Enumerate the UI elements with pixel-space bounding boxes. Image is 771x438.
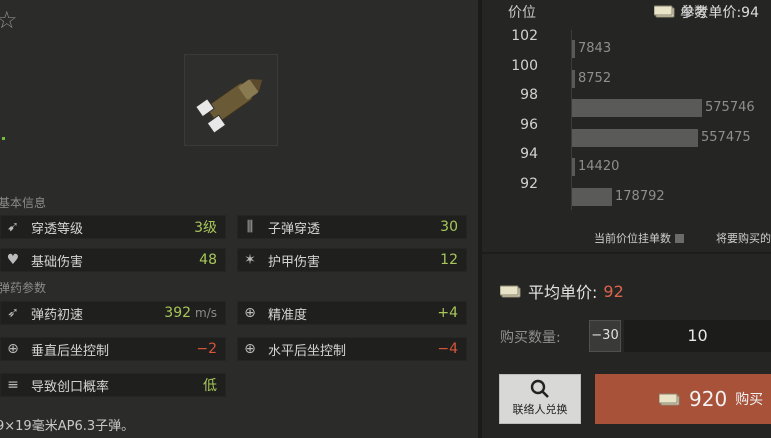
item-description: 9×19毫米AP6.3子弹。 [0,419,135,434]
bullet-penetration-icon: ⫼ [246,219,254,235]
price-level-label: 96 [520,116,538,133]
chart-xlabel: 单数 [680,5,708,21]
wound-icon: ≡ [7,377,19,393]
contact-exchange-button[interactable]: 联络人兑换 [499,374,581,424]
money-icon [499,284,522,298]
order-count-label: 8752 [578,70,612,86]
stat-vertical-recoil: ⊕ 垂直后坐控制 −2 [0,337,226,361]
order-count-label: 7843 [578,41,612,56]
order-bar [572,187,612,206]
search-icon [530,379,549,398]
order-count-label: 14420 [578,159,620,174]
order-count-label: 178792 [615,188,665,204]
order-count-label: 557475 [701,129,751,145]
order-bar [572,128,698,147]
horizontal-recoil-icon: ⊕ [244,341,256,357]
legend-current: 当前价位挂单数 [594,230,684,246]
item-image[interactable] [184,54,278,146]
legend-swatch [675,234,684,243]
chart-ylabel: 价位 [508,5,536,21]
crosshair-icon: ⊕ [244,305,256,321]
order-count-label: 575746 [705,100,755,115]
money-icon [653,5,676,19]
stat-muzzle-velocity: ➶ 弹药初速 392 m/s [0,301,226,325]
armor-damage-icon: ✶ [244,252,256,268]
money-icon [658,392,681,406]
section-ammo-params: 弹药参数 [0,281,47,295]
section-basic-info: 基本信息 [0,196,47,210]
buy-button[interactable]: 920 购买 [595,374,771,424]
price-level-label: 92 [520,175,538,192]
quantity-input[interactable]: 10 [624,320,771,352]
price-level-label: 100 [511,57,538,74]
status-dot [2,137,5,140]
order-bar [572,69,575,88]
rocket-icon: ➶ [7,305,19,321]
right-divider [482,252,771,254]
vertical-recoil-icon: ⊕ [7,341,19,357]
order-bar [572,158,575,176]
penetration-icon: ➹ [7,219,19,235]
stat-penetration-level: ➹ 穿透等级 3级 [0,215,226,239]
stat-base-damage: ♥ 基础伤害 48 [0,248,226,272]
stat-bullet-penetration: ⫼ 子弹穿透 30 [237,215,467,239]
stat-horizontal-recoil: ⊕ 水平后坐控制 −4 [237,337,467,361]
quantity-minus-button[interactable]: −30 [589,320,621,352]
price-level-label: 94 [520,146,538,162]
stat-armor-damage: ✶ 护甲伤害 12 [237,248,467,272]
stat-wound-chance: ≡ 导致创口概率 低 [0,373,226,397]
average-price: 平均单价: 92 [499,279,624,303]
stat-accuracy: ⊕ 精准度 +4 [237,301,467,325]
order-bar [572,40,575,58]
order-bar [572,99,702,117]
quantity-label: 购买数量: [500,330,561,346]
price-level-label: 102 [511,28,538,44]
price-level-label: 98 [520,87,538,103]
legend-to-buy: 将要购买的 [716,232,771,245]
favorite-star-icon[interactable]: ☆ [0,8,18,32]
broken-heart-icon: ♥ [6,252,20,268]
